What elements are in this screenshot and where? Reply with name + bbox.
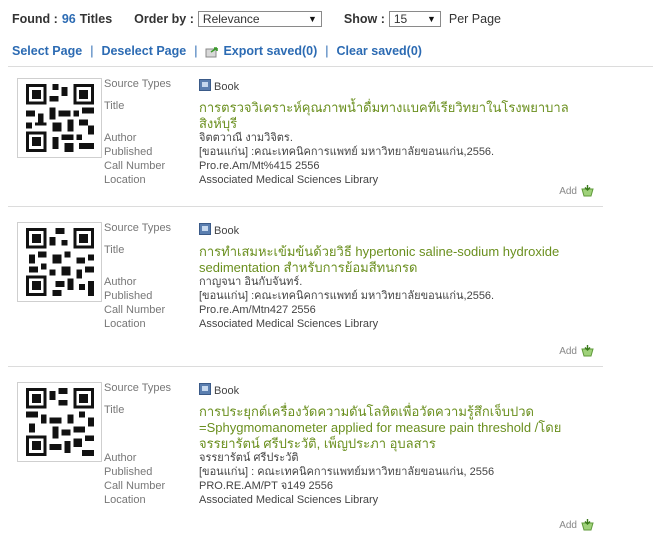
title-label: Title (104, 244, 125, 256)
call-number-label: Call Number (104, 160, 166, 172)
record-fields: Source Types Book Title การทำเสมหะเข้มข้… (104, 222, 594, 331)
record-fields: Source Types Book Title การตรวจวิเคราะห์… (104, 78, 594, 187)
author-value: จิตตวาณี งามวิจิตร. (199, 132, 293, 144)
selection-actions: Select Page | Deselect Page | Export sav… (12, 40, 422, 62)
per-page-label: Per Page (448, 12, 501, 26)
source-type-value: Book (214, 81, 240, 93)
divider (8, 366, 603, 367)
separator: | (90, 44, 94, 58)
call-number-label: Call Number (104, 304, 166, 316)
call-number-label: Call Number (104, 480, 166, 492)
published-label: Published (104, 290, 153, 302)
published-label: Published (104, 146, 153, 158)
book-icon (199, 383, 211, 395)
title-label: Title (104, 404, 125, 416)
location-label: Location (104, 494, 146, 506)
order-by-value: Relevance (202, 12, 260, 26)
export-icon (205, 46, 219, 58)
qr-code-icon (17, 78, 102, 158)
location-label: Location (104, 318, 146, 330)
add-label: Add (559, 346, 577, 357)
published-value: [ขอนแก่น] :คณะเทคนิคการแพทย์ มหาวิทยาลัย… (199, 290, 495, 302)
qr-code-icon (17, 382, 102, 462)
per-page-value: 15 (393, 12, 408, 26)
per-page-select[interactable]: 15 ▼ (388, 11, 441, 27)
call-number-value: Pro.re.Am/Mtn427 2556 (199, 304, 316, 316)
result-record: Source Types Book Title การทำเสมหะเข้มข้… (8, 214, 603, 367)
author-value: จรรยารัตน์ ศรีประวัติ (199, 452, 299, 464)
divider (8, 206, 603, 207)
order-by-label: Order by : (134, 12, 194, 26)
results-toolbar: Found : 96 Titles Order by : Relevance ▼… (12, 8, 501, 30)
call-number-value: PRO.RE.AM/PT จ149 2556 (199, 480, 334, 492)
result-record: Source Types Book Title การประยุกต์เครื่… (8, 374, 603, 534)
book-icon (199, 79, 211, 91)
chevron-down-icon: ▼ (307, 14, 317, 24)
found-label: Found : (12, 12, 58, 26)
clear-saved-link[interactable]: Clear saved(0) (337, 44, 422, 58)
found-count: 96 (61, 12, 76, 26)
add-label: Add (559, 186, 577, 197)
published-label: Published (104, 466, 153, 478)
location-value: Associated Medical Sciences Library (199, 174, 379, 186)
add-button[interactable]: Add (559, 518, 595, 533)
chevron-down-icon: ▼ (426, 14, 436, 24)
location-value: Associated Medical Sciences Library (199, 494, 379, 506)
source-types-label: Source Types (104, 78, 172, 90)
order-by-select[interactable]: Relevance ▼ (197, 11, 322, 27)
author-label: Author (104, 276, 137, 288)
record-title-link[interactable]: การประยุกต์เครื่องวัดความดันโลหิตเพื่อวั… (199, 404, 594, 452)
source-types-label: Source Types (104, 382, 172, 394)
separator: | (194, 44, 198, 58)
record-title-link[interactable]: การทำเสมหะเข้มข้นด้วยวิธี hypertonic sal… (199, 244, 594, 276)
source-type-value: Book (214, 385, 240, 397)
titles-label: Titles (79, 12, 113, 26)
published-value: [ขอนแก่น] : คณะเทคนิคการแพทย์มหาวิทยาลัย… (199, 466, 495, 478)
book-icon (199, 223, 211, 235)
location-value: Associated Medical Sciences Library (199, 318, 379, 330)
author-label: Author (104, 452, 137, 464)
record-title-link[interactable]: การตรวจวิเคราะห์คุณภาพน้ำดื่มทางแบคทีเรี… (199, 100, 594, 132)
add-label: Add (559, 520, 577, 531)
qr-code-icon (17, 222, 102, 302)
separator: | (325, 44, 329, 58)
source-type-value: Book (214, 225, 240, 237)
add-to-cart-icon (580, 344, 595, 359)
divider (8, 66, 653, 67)
export-saved-link[interactable]: Export saved(0) (223, 44, 317, 58)
location-label: Location (104, 174, 146, 186)
source-types-label: Source Types (104, 222, 172, 234)
published-value: [ขอนแก่น] :คณะเทคนิคการแพทย์ มหาวิทยาลัย… (199, 146, 495, 158)
add-to-cart-icon (580, 184, 595, 199)
show-label: Show : (343, 12, 385, 26)
add-button[interactable]: Add (559, 344, 595, 359)
add-button[interactable]: Add (559, 184, 595, 199)
call-number-value: Pro.re.Am/Mt%415 2556 (199, 160, 320, 172)
author-label: Author (104, 132, 137, 144)
result-record: Source Types Book Title การตรวจวิเคราะห์… (8, 70, 603, 207)
author-value: กาญจนา อินกับจันทร์. (199, 276, 303, 288)
title-label: Title (104, 100, 125, 112)
select-page-link[interactable]: Select Page (12, 44, 82, 58)
deselect-page-link[interactable]: Deselect Page (101, 44, 186, 58)
record-fields: Source Types Book Title การประยุกต์เครื่… (104, 382, 594, 507)
add-to-cart-icon (580, 518, 595, 533)
